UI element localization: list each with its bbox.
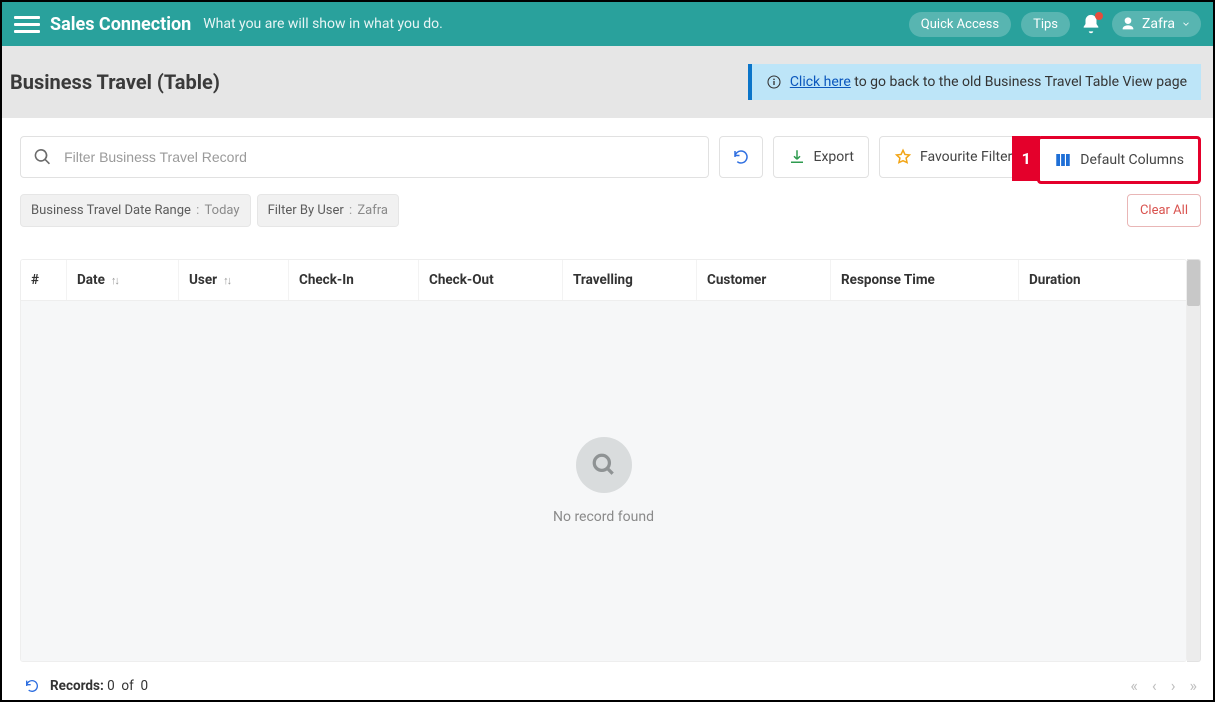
search-icon	[33, 147, 52, 167]
scrollbar-thumb[interactable]	[1187, 260, 1200, 306]
page-prev-button[interactable]: ‹	[1152, 676, 1157, 695]
active-filters-row: Business Travel Date Range : Today Filte…	[20, 194, 1201, 241]
star-icon	[894, 148, 912, 166]
quick-access-button[interactable]: Quick Access	[909, 12, 1011, 37]
notifications-icon[interactable]	[1080, 13, 1102, 35]
legacy-view-link[interactable]: Click here	[790, 74, 851, 90]
download-icon	[788, 148, 806, 166]
page-last-button[interactable]: »	[1190, 676, 1198, 695]
empty-message: No record found	[553, 509, 654, 525]
pagination: « ‹ › »	[1130, 676, 1197, 695]
records-count: 0	[107, 678, 115, 694]
export-button[interactable]: Export	[773, 136, 869, 178]
export-label: Export	[814, 149, 854, 165]
brand-title: Sales Connection	[50, 14, 191, 35]
col-checkout[interactable]: Check-Out	[419, 260, 563, 300]
brand-tagline: What you are will show in what you do.	[203, 16, 443, 32]
col-response-time[interactable]: Response Time	[831, 260, 1019, 300]
default-columns-button[interactable]: Default Columns	[1040, 139, 1198, 181]
col-checkin[interactable]: Check-In	[289, 260, 419, 300]
default-columns-callout: 1 Default Columns	[1037, 136, 1201, 184]
records-total: 0	[141, 678, 149, 694]
sort-icon: ↑↓	[223, 274, 230, 287]
clear-all-button[interactable]: Clear All	[1127, 194, 1201, 227]
page-next-button[interactable]: ›	[1171, 676, 1176, 695]
toolbar: Export Favourite Filter 1 Default Column…	[20, 136, 1201, 194]
columns-icon	[1054, 151, 1072, 169]
page-first-button[interactable]: «	[1130, 676, 1138, 695]
refresh-icon	[732, 148, 750, 166]
empty-icon	[576, 437, 632, 493]
col-user[interactable]: User↑↓	[179, 260, 289, 300]
col-index[interactable]: #	[21, 260, 67, 300]
refresh-icon	[24, 678, 40, 694]
notification-dot	[1095, 12, 1103, 20]
refresh-button[interactable]	[719, 136, 763, 178]
filter-chip-date-range[interactable]: Business Travel Date Range : Today	[20, 194, 251, 227]
col-travelling[interactable]: Travelling	[563, 260, 697, 300]
top-header: Sales Connection What you are will show …	[2, 2, 1213, 46]
col-date[interactable]: Date↑↓	[67, 260, 179, 300]
table-empty-state: No record found	[21, 301, 1186, 661]
user-menu[interactable]: Zafra	[1112, 11, 1201, 37]
search-icon	[591, 452, 617, 478]
records-of: of	[121, 678, 133, 694]
favourite-filter-label: Favourite Filter	[920, 149, 1012, 165]
col-duration[interactable]: Duration	[1019, 260, 1186, 300]
table-footer: Records: 0 of 0 « ‹ › »	[20, 662, 1201, 702]
records-label: Records:	[50, 678, 104, 694]
page-title: Business Travel (Table)	[10, 70, 220, 94]
table-header: # Date↑↓ User↑↓ Check-In Check-Out Trave…	[21, 260, 1186, 301]
info-icon	[766, 74, 782, 90]
favourite-filter-button[interactable]: Favourite Filter	[879, 136, 1027, 178]
filter-chip-user[interactable]: Filter By User : Zafra	[257, 194, 399, 227]
footer-refresh-button[interactable]	[24, 678, 40, 694]
sort-icon: ↑↓	[111, 274, 118, 287]
user-name-label: Zafra	[1142, 16, 1175, 32]
legacy-view-text: to go back to the old Business Travel Ta…	[851, 74, 1187, 90]
vertical-scrollbar[interactable]	[1187, 259, 1201, 662]
legacy-view-notice: Click here to go back to the old Busines…	[748, 64, 1201, 100]
menu-icon[interactable]	[14, 11, 40, 37]
default-columns-label: Default Columns	[1080, 152, 1184, 168]
page-header: Business Travel (Table) Click here to go…	[2, 46, 1213, 118]
col-customer[interactable]: Customer	[697, 260, 831, 300]
chevron-down-icon	[1181, 19, 1191, 29]
data-table: # Date↑↓ User↑↓ Check-In Check-Out Trave…	[20, 259, 1187, 662]
search-box[interactable]	[20, 136, 709, 178]
tips-button[interactable]: Tips	[1021, 12, 1070, 37]
search-input[interactable]	[64, 149, 695, 165]
callout-badge: 1	[1012, 136, 1040, 181]
